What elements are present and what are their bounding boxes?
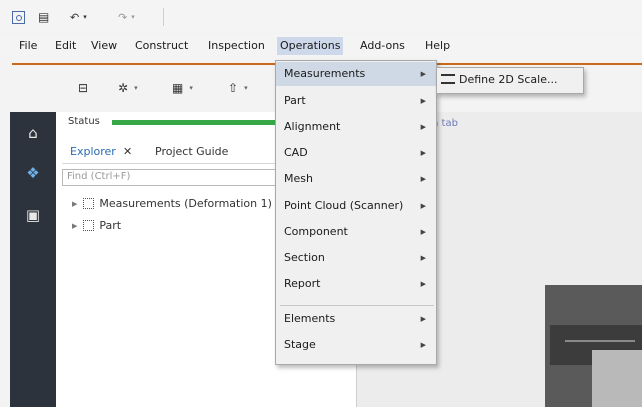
tree-item-label: Measurements (Deformation 1) bbox=[99, 197, 272, 210]
points-tool-icon[interactable]: ✲ ▾ bbox=[118, 80, 138, 96]
menu-addons[interactable]: Add-ons bbox=[357, 37, 408, 55]
undo-icon[interactable]: ↶ ▾ bbox=[70, 10, 87, 24]
side-rail bbox=[10, 112, 56, 407]
menu-item-mesh[interactable]: Mesh ▶ bbox=[276, 167, 436, 191]
home-icon[interactable]: ⌂ bbox=[24, 124, 42, 142]
part-icon bbox=[83, 220, 95, 231]
close-icon[interactable]: ✕ bbox=[123, 145, 132, 158]
menu-item-component[interactable]: Component ▶ bbox=[276, 220, 436, 244]
menu-item-alignment[interactable]: Alignment ▶ bbox=[276, 115, 436, 139]
menu-item-measurements[interactable]: Measurements ▶ bbox=[276, 62, 436, 86]
menu-item-report[interactable]: Report ▶ bbox=[276, 272, 436, 296]
specimen-image-speckle bbox=[592, 350, 642, 407]
menu-inspection[interactable]: Inspection bbox=[205, 37, 268, 55]
menu-item-point-cloud[interactable]: Point Cloud (Scanner) ▶ bbox=[276, 194, 436, 218]
tab-divider bbox=[62, 163, 277, 164]
menu-item-cad[interactable]: CAD ▶ bbox=[276, 141, 436, 165]
explorer-icon[interactable]: ❖ bbox=[24, 164, 42, 182]
scale-tool-icon[interactable]: ⊟ bbox=[78, 80, 88, 96]
project-icon[interactable]: ▤ bbox=[38, 10, 49, 24]
tree-item-part[interactable]: ▶ Part bbox=[72, 219, 121, 232]
menu-item-elements[interactable]: Elements ▶ bbox=[276, 307, 436, 331]
submenu-arrow-icon: ▶ bbox=[420, 341, 426, 349]
table-tool-icon[interactable]: ▦ ▾ bbox=[172, 80, 193, 96]
define-scale-icon bbox=[441, 74, 455, 84]
submenu-arrow-icon: ▶ bbox=[420, 97, 426, 105]
menu-construct[interactable]: Construct bbox=[132, 37, 191, 55]
submenu-arrow-icon: ▶ bbox=[420, 70, 426, 78]
specimen-image-edge bbox=[565, 340, 635, 342]
expand-arrow-icon[interactable]: ▶ bbox=[72, 200, 77, 208]
quick-access-bar bbox=[0, 0, 642, 32]
submenu-arrow-icon: ▶ bbox=[420, 280, 426, 288]
expand-arrow-icon[interactable]: ▶ bbox=[72, 222, 77, 230]
find-placeholder: Find (Ctrl+F) bbox=[67, 171, 131, 182]
quick-access-separator bbox=[163, 8, 164, 26]
submenu-arrow-icon: ▶ bbox=[420, 202, 426, 210]
redo-icon[interactable]: ↷ ▾ bbox=[118, 10, 135, 24]
submenu-arrow-icon: ▶ bbox=[420, 254, 426, 262]
submenu-arrow-icon: ▶ bbox=[420, 228, 426, 236]
menu-operations[interactable]: Operations bbox=[277, 37, 344, 55]
measurements-icon bbox=[83, 198, 95, 209]
tab-project-guide[interactable]: Project Guide bbox=[155, 145, 228, 158]
menu-help[interactable]: Help bbox=[422, 37, 453, 55]
status-label: Status bbox=[68, 116, 100, 127]
menu-file[interactable]: File bbox=[16, 37, 40, 55]
menu-item-define-2d-scale[interactable]: Define 2D Scale... bbox=[459, 73, 557, 86]
export-tool-icon[interactable]: ⇧ ▾ bbox=[228, 80, 248, 96]
menu-item-stage[interactable]: Stage ▶ bbox=[276, 333, 436, 357]
menu-item-section[interactable]: Section ▶ bbox=[276, 246, 436, 270]
submenu-arrow-icon: ▶ bbox=[420, 315, 426, 323]
menu-edit[interactable]: Edit bbox=[52, 37, 79, 55]
search-icon[interactable] bbox=[12, 10, 25, 24]
document-icon[interactable]: ▣ bbox=[24, 206, 42, 224]
tree-item-measurements[interactable]: ▶ Measurements (Deformation 1) bbox=[72, 197, 272, 210]
tab-explorer[interactable]: Explorer bbox=[70, 145, 116, 158]
menu-item-part[interactable]: Part ▶ bbox=[276, 89, 436, 113]
status-progress-bar bbox=[112, 120, 277, 125]
submenu-arrow-icon: ▶ bbox=[420, 149, 426, 157]
menu-separator bbox=[280, 305, 434, 306]
menu-view[interactable]: View bbox=[88, 37, 120, 55]
submenu-arrow-icon: ▶ bbox=[420, 175, 426, 183]
submenu-arrow-icon: ▶ bbox=[420, 123, 426, 131]
tree-item-label: Part bbox=[99, 219, 122, 232]
